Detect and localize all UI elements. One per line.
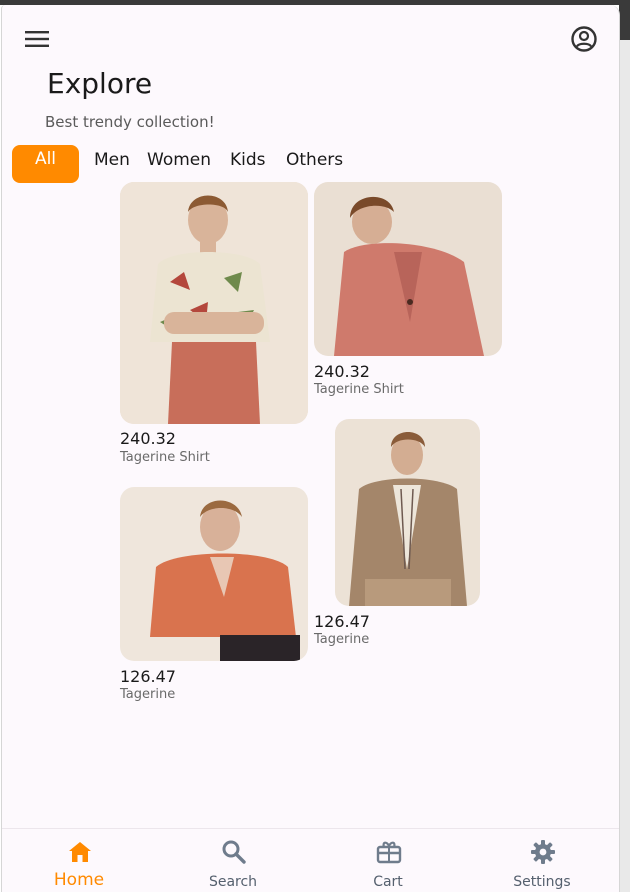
- nav-cart[interactable]: Cart: [328, 829, 448, 892]
- window-right-edge: [619, 0, 630, 892]
- product-image[interactable]: [314, 182, 502, 356]
- nav-settings[interactable]: Settings: [482, 829, 602, 892]
- nav-home[interactable]: Home: [19, 829, 139, 892]
- tab-others[interactable]: Others: [286, 141, 343, 179]
- tab-kids[interactable]: Kids: [230, 141, 266, 179]
- page-subtitle: Best trendy collection!: [45, 113, 215, 131]
- product-price: 240.32: [314, 362, 370, 381]
- tab-women[interactable]: Women: [147, 141, 211, 179]
- bottom-navigation: Home Search Cart Settings: [2, 828, 619, 892]
- account-circle-icon[interactable]: [569, 24, 599, 54]
- nav-search[interactable]: Search: [173, 829, 293, 892]
- cart-icon: [376, 841, 402, 864]
- nav-search-label: Search: [208, 874, 258, 890]
- product-image[interactable]: [120, 182, 308, 424]
- window-right-edge-dark: [619, 0, 630, 40]
- search-icon: [222, 840, 246, 864]
- product-name: Tagerine: [314, 632, 370, 647]
- product-name: Tagerine Shirt: [120, 450, 210, 465]
- home-icon: [69, 842, 91, 862]
- product-name: Tagerine Shirt: [314, 382, 404, 397]
- nav-cart-label: Cart: [373, 874, 403, 890]
- tab-all[interactable]: All: [12, 145, 79, 183]
- page-title: Explore: [47, 67, 153, 100]
- hamburger-menu-icon[interactable]: [22, 24, 52, 54]
- product-price: 126.47: [314, 612, 370, 631]
- gear-icon: [531, 840, 555, 864]
- product-price: 126.47: [120, 667, 176, 686]
- product-image[interactable]: [335, 419, 480, 606]
- app-screen: Explore Best trendy collection! All Men …: [1, 5, 620, 892]
- product-price: 240.32: [120, 429, 176, 448]
- nav-settings-label: Settings: [513, 874, 571, 890]
- product-image[interactable]: [120, 487, 308, 661]
- app-frame: Explore Best trendy collection! All Men …: [0, 0, 630, 892]
- nav-home-label: Home: [53, 870, 105, 890]
- product-name: Tagerine: [120, 687, 176, 702]
- tab-men[interactable]: Men: [94, 141, 130, 179]
